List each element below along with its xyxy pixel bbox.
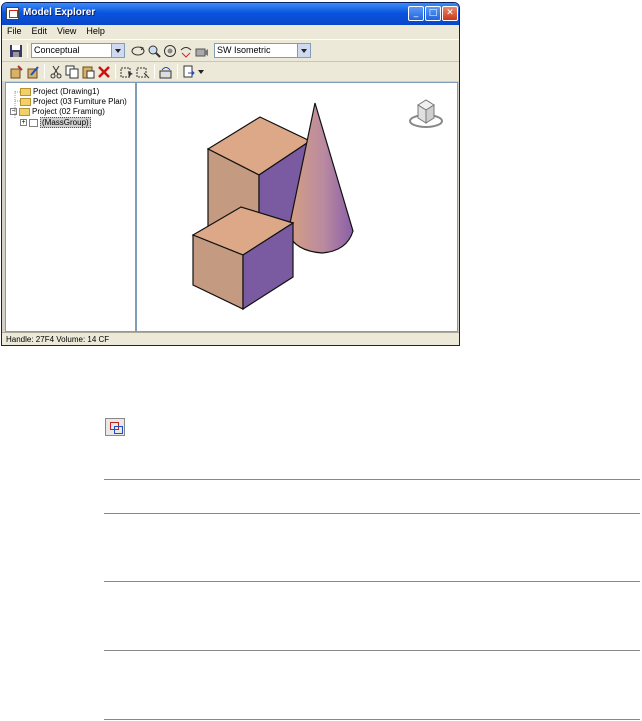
export-icon[interactable] (182, 65, 196, 79)
edit-object-icon[interactable] (26, 65, 40, 79)
model-viewport[interactable] (136, 82, 458, 332)
tree-item-label: Project (02 Framing) (32, 107, 105, 116)
project-tree: Project (Drawing1) Project (03 Furniture… (5, 82, 136, 332)
orbit-icon[interactable] (131, 44, 145, 58)
toolbar-separator (44, 64, 45, 79)
tree-item-project-furniture-plan[interactable]: Project (03 Furniture Plan) (20, 97, 127, 107)
viewcube-icon[interactable] (409, 99, 443, 128)
add-object-icon[interactable] (9, 65, 23, 79)
massgroup-icon (29, 118, 38, 127)
model-explorer-window: Model Explorer _ □ ✕ File Edit View Help Co… (1, 2, 460, 346)
toolbar-separator (154, 64, 155, 79)
chevron-down-icon[interactable] (198, 70, 204, 74)
project-icon (20, 97, 31, 106)
toolbar-edit (2, 61, 459, 81)
view-direction-dropdown[interactable]: SW Isometric (214, 43, 311, 58)
camera-icon[interactable] (195, 44, 209, 58)
app-icon (6, 7, 19, 20)
model-explorer-icon (105, 418, 125, 436)
cut-icon[interactable] (49, 65, 63, 79)
divider-line (104, 513, 640, 514)
divider-line (104, 581, 640, 582)
menu-bar: File Edit View Help (2, 25, 459, 39)
minimize-button[interactable]: _ (408, 6, 424, 21)
tree-item-project-drawing1[interactable]: Project (Drawing1) (20, 87, 99, 97)
project-icon (20, 87, 31, 96)
title-bar[interactable]: Model Explorer _ □ ✕ (2, 3, 459, 25)
menu-file[interactable]: File (2, 25, 27, 37)
copy-icon[interactable] (65, 65, 79, 79)
select-icon[interactable] (120, 65, 134, 79)
visual-style-dropdown[interactable]: Conceptual (31, 43, 125, 58)
tree-item-massgroup[interactable]: + (MassGroup) (20, 117, 91, 128)
divider-line (104, 479, 640, 480)
pan-icon[interactable] (179, 44, 193, 58)
update-icon[interactable] (159, 65, 173, 79)
project-icon (19, 107, 30, 116)
window-title: Model Explorer (23, 7, 96, 18)
divider-line (104, 650, 640, 651)
chevron-down-icon[interactable] (297, 44, 310, 57)
zoom-icon[interactable] (147, 44, 161, 58)
collapse-icon[interactable]: − (10, 108, 17, 116)
menu-view[interactable]: View (52, 25, 81, 37)
tree-item-label: Project (03 Furniture Plan) (33, 97, 127, 106)
view-direction-value: SW Isometric (217, 45, 271, 55)
menu-edit[interactable]: Edit (27, 25, 53, 37)
toolbar-view: Conceptual SW Isometric (2, 39, 459, 61)
tree-item-label: Project (Drawing1) (33, 87, 100, 96)
menu-help[interactable]: Help (81, 25, 110, 37)
close-button[interactable]: ✕ (442, 6, 458, 21)
chevron-down-icon[interactable] (111, 44, 124, 57)
save-icon[interactable] (9, 44, 23, 58)
tree-item-project-framing[interactable]: − Project (02 Framing) (10, 107, 105, 117)
visual-style-value: Conceptual (34, 45, 80, 55)
status-text: Handle: 27F4 Volume: 14 CF (6, 335, 110, 344)
toolbar-separator (27, 43, 28, 58)
divider-line (104, 719, 640, 720)
paste-icon[interactable] (81, 65, 95, 79)
toolbar-separator (115, 64, 116, 79)
toolbar-separator (177, 64, 178, 79)
expand-icon[interactable]: + (20, 119, 27, 127)
zoom-extents-icon[interactable] (163, 44, 177, 58)
tree-item-label: (MassGroup) (40, 117, 91, 128)
status-bar: Handle: 27F4 Volume: 14 CF (2, 332, 459, 345)
deselect-icon[interactable] (136, 65, 150, 79)
maximize-button[interactable]: □ (425, 6, 441, 21)
mass-model-view (191, 99, 443, 311)
delete-icon[interactable] (97, 65, 111, 79)
